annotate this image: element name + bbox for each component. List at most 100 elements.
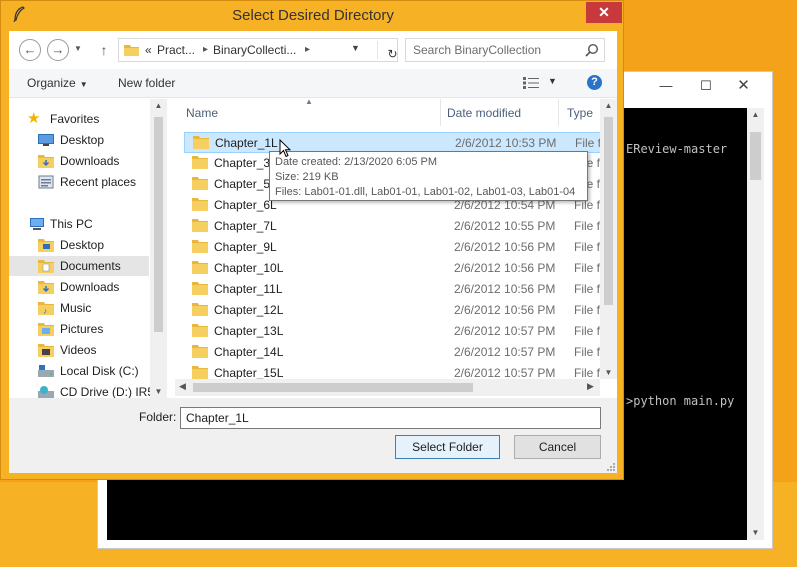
dialog-footer: Folder: Select Folder Cancel (9, 398, 617, 473)
folder-icon (192, 219, 208, 232)
address-dropdown-icon[interactable]: ▼ (351, 43, 360, 53)
nav-favorites[interactable]: ★ Favorites (9, 109, 149, 129)
nav-recent-places[interactable]: Recent places (9, 172, 149, 192)
nav-local-disk[interactable]: Local Disk (C:) (9, 361, 149, 381)
file-date-modified: 2/6/2012 10:56 PM (454, 240, 556, 254)
dialog-close-button[interactable]: ✕ (586, 2, 622, 23)
file-name: Chapter_15L (214, 366, 284, 380)
folder-input[interactable] (180, 407, 601, 429)
console-scroll-thumb[interactable] (750, 132, 761, 180)
nav-downloads[interactable]: Downloads (9, 151, 149, 171)
breadcrumb-separator-icon[interactable]: ▸ (305, 44, 310, 55)
horizontal-scroll-thumb[interactable] (193, 383, 473, 392)
column-header-date[interactable]: Date modified (447, 106, 521, 120)
scroll-up-icon[interactable]: ▲ (150, 101, 167, 110)
back-arrow-icon: ← (23, 42, 37, 57)
nav-music[interactable]: ♪ Music (9, 298, 149, 318)
file-name: Chapter_9L (214, 240, 277, 254)
nav-pane-scrollbar[interactable]: ▲ ▼ (150, 99, 167, 398)
nav-label: Desktop (60, 238, 105, 252)
mouse-cursor-icon (279, 139, 291, 158)
console-minimize-button[interactable]: — (654, 76, 678, 96)
dialog-content: ← → ▼ ↑ « Pract... ▸ BinaryCollecti... ▸… (9, 31, 617, 473)
cancel-button[interactable]: Cancel (514, 435, 601, 459)
column-divider[interactable] (558, 99, 559, 126)
column-divider[interactable] (440, 99, 441, 126)
search-icon[interactable] (585, 43, 599, 57)
folder-icon (192, 303, 208, 316)
scroll-up-icon[interactable]: ▲ (747, 108, 764, 122)
nav-pictures[interactable]: Pictures (9, 319, 149, 339)
select-directory-dialog[interactable]: Select Desired Directory ✕ ← → ▼ ↑ « Pra… (0, 0, 624, 480)
column-header-type[interactable]: Type (567, 106, 593, 120)
file-date-modified: 2/6/2012 10:53 PM (455, 136, 557, 150)
address-bar[interactable]: « Pract... ▸ BinaryCollecti... ▸ ▼ ↻ (118, 38, 398, 62)
forward-arrow-icon: → (51, 42, 65, 57)
resize-grip-icon[interactable] (607, 463, 615, 471)
sort-ascending-icon: ▲ (305, 99, 313, 106)
folder-icon (192, 345, 208, 358)
cd-drive-icon (38, 386, 54, 398)
scroll-right-icon[interactable]: ▶ (587, 381, 594, 392)
up-button[interactable]: ↑ (96, 39, 112, 61)
desktop-icon (38, 134, 54, 146)
nav-scroll-thumb[interactable] (154, 117, 163, 332)
search-input[interactable] (407, 40, 577, 60)
file-date-modified: 2/6/2012 10:55 PM (454, 219, 556, 233)
tooltip-date-created: Date created: 2/13/2020 6:05 PM (275, 156, 438, 168)
console-scrollbar[interactable]: ▲ ▼ (747, 108, 764, 540)
nav-cd-drive[interactable]: CD Drive (D:) IR5 (9, 382, 154, 398)
console-line: EReview-master (626, 142, 728, 156)
breadcrumb-separator-icon[interactable]: ▸ (203, 44, 208, 55)
desktop-folder-icon (38, 239, 54, 252)
new-folder-button[interactable]: New folder (118, 76, 175, 90)
folder-icon (192, 324, 208, 337)
nav-videos[interactable]: Videos (9, 340, 149, 360)
scroll-down-icon[interactable]: ▼ (150, 387, 167, 396)
scroll-left-icon[interactable]: ◀ (179, 381, 186, 392)
recent-locations-button[interactable]: ▼ (71, 39, 85, 61)
file-list-vertical-scrollbar[interactable]: ▲ ▼ (600, 99, 617, 379)
console-line: >python main.py (626, 394, 735, 408)
view-options-dropdown-icon[interactable]: ▼ (548, 76, 557, 86)
nav-downloads-pc[interactable]: Downloads (9, 277, 149, 297)
nav-documents[interactable]: Documents (9, 256, 149, 276)
search-box[interactable] (405, 38, 605, 62)
scroll-down-icon[interactable]: ▼ (600, 368, 617, 377)
refresh-button[interactable]: ↻ (377, 41, 398, 61)
file-name: Chapter_1L (215, 136, 278, 150)
nav-this-pc[interactable]: This PC (9, 214, 149, 234)
file-row[interactable]: Chapter_9L 2/6/2012 10:56 PM File fol (184, 237, 609, 258)
console-maximize-button[interactable]: ☐ (694, 76, 718, 96)
file-name: Chapter_7L (214, 219, 277, 233)
column-header-name[interactable]: Name (186, 106, 218, 120)
file-date-modified: 2/6/2012 10:57 PM (454, 345, 556, 359)
change-view-icon[interactable] (523, 77, 539, 89)
back-button[interactable]: ← (19, 39, 41, 61)
scroll-down-icon[interactable]: ▼ (747, 526, 764, 540)
file-row[interactable]: Chapter_10L 2/6/2012 10:56 PM File fol (184, 258, 609, 279)
file-row[interactable]: Chapter_11L 2/6/2012 10:56 PM File fol (184, 279, 609, 300)
star-icon: ★ (27, 110, 41, 127)
up-arrow-icon: ↑ (100, 42, 108, 58)
nav-desktop[interactable]: Desktop (9, 130, 149, 150)
file-list-horizontal-scrollbar[interactable]: ◀ ▶ (175, 379, 600, 396)
breadcrumb-item[interactable]: Pract... (157, 43, 195, 57)
file-list-scroll-thumb[interactable] (604, 117, 613, 305)
file-row[interactable]: Chapter_12L 2/6/2012 10:56 PM File fol (184, 300, 609, 321)
file-row[interactable]: Chapter_13L 2/6/2012 10:57 PM File fol (184, 321, 609, 342)
nav-desktop-pc[interactable]: Desktop (9, 235, 149, 255)
organize-menu[interactable]: Organize ▼ (27, 76, 88, 90)
file-date-modified: 2/6/2012 10:57 PM (454, 366, 556, 380)
breadcrumb-item[interactable]: BinaryCollecti... (213, 43, 296, 57)
forward-button[interactable]: → (47, 39, 69, 61)
select-folder-button[interactable]: Select Folder (395, 435, 500, 459)
file-row[interactable]: Chapter_14L 2/6/2012 10:57 PM File fol (184, 342, 609, 363)
file-date-modified: 2/6/2012 10:57 PM (454, 324, 556, 338)
scroll-up-icon[interactable]: ▲ (600, 101, 617, 110)
address-overflow[interactable]: « (145, 43, 152, 57)
file-row[interactable]: Chapter_7L 2/6/2012 10:55 PM File fol (184, 216, 609, 237)
file-row[interactable]: Chapter_1L 2/6/2012 10:53 PM File fol (184, 132, 610, 153)
help-button[interactable]: ? (587, 75, 602, 90)
console-close-button[interactable]: ✕ (721, 73, 766, 98)
